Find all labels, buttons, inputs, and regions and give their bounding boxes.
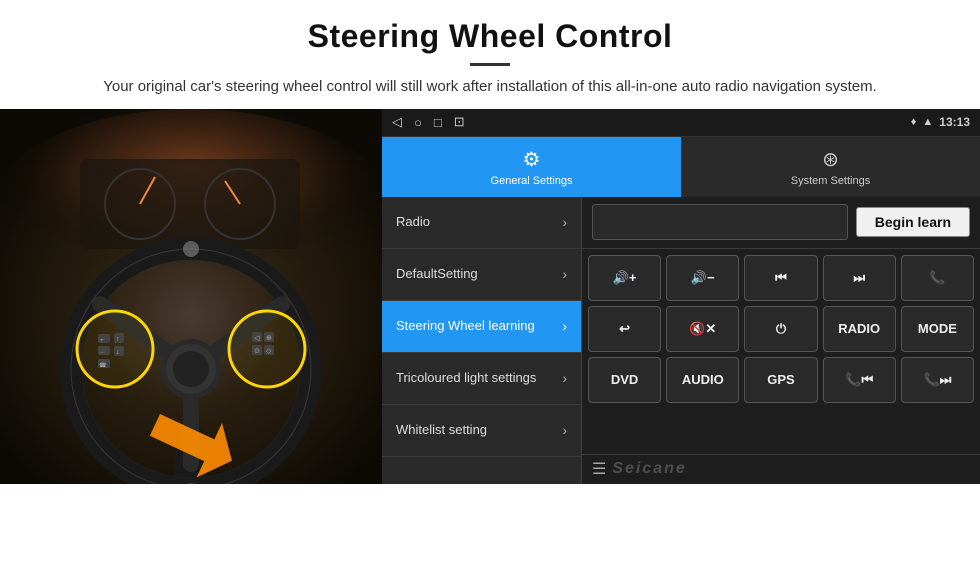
prev-button[interactable]: ⏮: [744, 255, 817, 301]
power-icon: ⏻: [776, 321, 786, 337]
audio-button[interactable]: AUDIO: [666, 357, 739, 403]
audio-label: AUDIO: [682, 372, 724, 387]
main-content: + − ↑ ↓ ☎ ◁ ⊕ ⊙ ◇: [0, 109, 980, 484]
button-row-1: 🔊+ 🔊− ⏮ ⏭ 📞: [588, 255, 974, 301]
vol-down-button[interactable]: 🔊−: [666, 255, 739, 301]
tel-prev-button[interactable]: 📞⏮: [823, 357, 896, 403]
status-bar-left: ◁ ○ □ ⊡: [392, 114, 465, 130]
dvd-label: DVD: [611, 372, 638, 387]
end-call-icon: ↩: [619, 321, 630, 337]
page-subtitle: Your original car's steering wheel contr…: [60, 76, 920, 99]
radio-label: RADIO: [838, 321, 880, 336]
home-icon[interactable]: ○: [414, 115, 422, 130]
tab-system[interactable]: ⊛ System Settings: [681, 137, 980, 197]
phone-button[interactable]: 📞: [901, 255, 974, 301]
status-bar: ◁ ○ □ ⊡ ♦ ▲ 13:13: [382, 109, 980, 137]
page-header: Steering Wheel Control Your original car…: [0, 0, 980, 109]
chevron-right-icon: ›: [562, 370, 567, 386]
menu-item-radio-label: Radio: [396, 214, 430, 231]
begin-learn-button[interactable]: Begin learn: [856, 207, 970, 237]
chevron-right-icon: ›: [562, 422, 567, 438]
svg-text:−: −: [100, 350, 104, 356]
power-button[interactable]: ⏻: [744, 306, 817, 352]
svg-text:↓: ↓: [116, 349, 120, 356]
list-icon: ☰: [592, 459, 606, 479]
vol-up-icon: 🔊+: [613, 270, 637, 286]
menu-item-radio[interactable]: Radio ›: [382, 197, 581, 249]
menu-item-whitelist[interactable]: Whitelist setting ›: [382, 405, 581, 457]
svg-text:◁: ◁: [254, 335, 260, 342]
right-panel: Begin learn 🔊+ 🔊− ⏮: [582, 197, 980, 484]
svg-text:◇: ◇: [266, 348, 272, 355]
gps-label: GPS: [767, 372, 794, 387]
next-icon: ⏭: [853, 270, 865, 286]
recent-icon[interactable]: □: [434, 115, 442, 130]
menu-list: Radio › DefaultSetting › Steering Wheel …: [382, 197, 582, 484]
tab-system-label: System Settings: [791, 175, 870, 187]
watermark-row: ☰ Seicane: [582, 454, 980, 484]
mute-icon: 🔇✕: [689, 321, 716, 337]
svg-text:⊙: ⊙: [254, 348, 260, 355]
phone-icon: 📞: [929, 270, 945, 286]
location-icon: ♦: [911, 116, 917, 128]
menu-item-whitelist-label: Whitelist setting: [396, 422, 487, 439]
car-image-section: + − ↑ ↓ ☎ ◁ ⊕ ⊙ ◇: [0, 109, 382, 484]
svg-text:☎: ☎: [99, 362, 107, 369]
vol-down-icon: 🔊−: [691, 270, 715, 286]
tab-general[interactable]: ⚙ General Settings: [382, 137, 681, 197]
menu-item-default-label: DefaultSetting: [396, 266, 478, 283]
button-grid: 🔊+ 🔊− ⏮ ⏭ 📞: [582, 249, 980, 409]
tel-next-icon: 📞⏭: [923, 372, 951, 388]
end-call-button[interactable]: ↩: [588, 306, 661, 352]
learn-input[interactable]: [592, 204, 848, 240]
svg-text:⊕: ⊕: [266, 335, 272, 342]
svg-text:+: +: [100, 338, 104, 344]
vol-up-button[interactable]: 🔊+: [588, 255, 661, 301]
button-row-3: DVD AUDIO GPS 📞⏮ 📞⏭: [588, 357, 974, 403]
menu-item-steering[interactable]: Steering Wheel learning ›: [382, 301, 581, 353]
car-interior-bg: + − ↑ ↓ ☎ ◁ ⊕ ⊙ ◇: [0, 109, 382, 484]
tab-general-label: General Settings: [491, 175, 573, 187]
svg-text:↑: ↑: [116, 336, 120, 343]
android-ui: ◁ ○ □ ⊡ ♦ ▲ 13:13 ⚙ General Settings ⊛ S…: [382, 109, 980, 484]
title-divider: [470, 63, 510, 66]
radio-button[interactable]: RADIO: [823, 306, 896, 352]
menu-item-tricoloured-label: Tricoloured light settings: [396, 370, 536, 387]
mode-button[interactable]: MODE: [901, 306, 974, 352]
status-bar-right: ♦ ▲ 13:13: [911, 115, 970, 129]
mute-button[interactable]: 🔇✕: [666, 306, 739, 352]
content-area: Radio › DefaultSetting › Steering Wheel …: [382, 197, 980, 484]
button-row-2: ↩ 🔇✕ ⏻ RADIO MODE: [588, 306, 974, 352]
tel-prev-icon: 📞⏮: [845, 372, 873, 388]
back-icon[interactable]: ◁: [392, 114, 402, 130]
menu-item-default[interactable]: DefaultSetting ›: [382, 249, 581, 301]
general-settings-icon: ⚙: [523, 147, 541, 172]
system-settings-icon: ⊛: [822, 147, 839, 172]
tab-bar: ⚙ General Settings ⊛ System Settings: [382, 137, 980, 197]
menu-item-tricoloured[interactable]: Tricoloured light settings ›: [382, 353, 581, 405]
menu-item-steering-label: Steering Wheel learning: [396, 318, 535, 335]
chevron-right-icon: ›: [562, 318, 567, 334]
gps-button[interactable]: GPS: [744, 357, 817, 403]
steering-wheel-svg: + − ↑ ↓ ☎ ◁ ⊕ ⊙ ◇: [0, 109, 382, 484]
chevron-right-icon: ›: [562, 214, 567, 230]
tel-next-button[interactable]: 📞⏭: [901, 357, 974, 403]
mode-label: MODE: [918, 321, 957, 336]
dvd-button[interactable]: DVD: [588, 357, 661, 403]
next-button[interactable]: ⏭: [823, 255, 896, 301]
page-title: Steering Wheel Control: [60, 18, 920, 55]
status-time: 13:13: [939, 115, 970, 129]
watermark-text: Seicane: [612, 460, 686, 478]
chevron-right-icon: ›: [562, 266, 567, 282]
screenshot-icon[interactable]: ⊡: [454, 114, 465, 130]
prev-icon: ⏮: [775, 270, 787, 286]
signal-icon: ▲: [922, 116, 933, 128]
begin-learn-row: Begin learn: [582, 197, 980, 249]
